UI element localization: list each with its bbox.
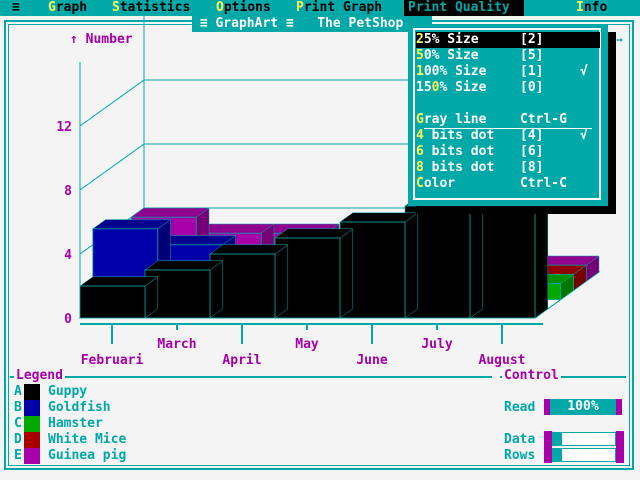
- dropdown-item-shortcut: [1]: [520, 64, 544, 79]
- legend-swatch: [24, 416, 40, 432]
- y-tick-label: 0: [64, 312, 72, 327]
- legend-label: Guinea pig: [48, 448, 127, 463]
- bar-top: [274, 228, 354, 239]
- bar-side: [209, 260, 224, 319]
- bar-top: [79, 276, 159, 287]
- bar-side: [274, 244, 289, 319]
- x-tick-label: August: [479, 353, 526, 368]
- bar-side: [469, 196, 484, 319]
- legend-swatch: [24, 448, 40, 464]
- print-quality-dropdown: 25% Size [2] 50% Size [5] 100% Size [1] √ 150% …: [408, 24, 608, 206]
- dropdown-item-shortcut: [4]: [520, 128, 544, 143]
- y-tick-label: 8: [64, 184, 72, 199]
- dropdown-item-label: 100% Size: [416, 64, 487, 79]
- x-tick-label: April: [222, 353, 261, 368]
- bar-side: [339, 228, 354, 319]
- dropdown-item-label: 6 bits dot: [416, 144, 495, 159]
- legend-label: Hamster: [48, 416, 103, 431]
- dropdown-item-shortcut: Ctrl-C: [520, 176, 567, 191]
- checkmark-icon: √: [580, 64, 588, 79]
- bar-top: [209, 244, 289, 255]
- bar-top: [92, 219, 172, 230]
- rows-left-cap: [544, 447, 552, 463]
- bar: [79, 285, 146, 319]
- legend-swatch: [24, 384, 40, 400]
- dropdown-item-label: 8 bits dot: [416, 160, 495, 175]
- x-tick-label: Februari: [81, 353, 144, 368]
- dropdown-item[interactable]: 8 bits dot [8]: [416, 160, 600, 176]
- data-left-cap: [544, 431, 552, 447]
- dropdown-item-shortcut: [5]: [520, 48, 544, 63]
- scroll-arrow-icon: →: [616, 33, 623, 46]
- rows-slider[interactable]: [552, 448, 616, 462]
- dropdown-item-shortcut: Ctrl-G: [520, 112, 567, 127]
- dropdown-item[interactable]: 150% Size [0]: [416, 80, 600, 96]
- legend-key: E: [14, 448, 22, 463]
- legend-key: B: [14, 400, 22, 415]
- x-tick-label: July: [421, 337, 452, 352]
- dropdown-item[interactable]: Color Ctrl-C: [416, 176, 600, 192]
- x-tick-label: March: [157, 337, 196, 352]
- x-tick-label: May: [295, 337, 319, 352]
- rows-slider-fill: [553, 449, 562, 461]
- bar-top: [130, 207, 210, 218]
- legend-swatch: [24, 432, 40, 448]
- legend-key: A: [14, 384, 22, 399]
- legend-label: White Mice: [48, 432, 127, 447]
- dropdown-item-label: 50% Size: [416, 48, 479, 63]
- legend-swatch: [24, 400, 40, 416]
- control-title: Control: [502, 368, 561, 384]
- read-label: Read: [504, 400, 536, 415]
- legend-label: Guppy: [48, 384, 88, 399]
- dropdown-item-label: Color: [416, 176, 456, 191]
- legend-label: Goldfish: [48, 400, 111, 415]
- rows-right-cap: [616, 447, 624, 463]
- bar-side: [534, 196, 549, 319]
- dropdown-item[interactable]: 25% Size [2]: [416, 32, 600, 48]
- chart-ylabel: ↑ Number: [70, 32, 133, 47]
- x-tick-label: June: [356, 353, 387, 368]
- data-slider[interactable]: [552, 432, 616, 446]
- dropdown-item[interactable]: Gray line Ctrl-G: [416, 112, 600, 128]
- data-label: Data: [504, 432, 536, 447]
- y-tick-label: 4: [64, 248, 72, 263]
- dropdown-item[interactable]: 100% Size [1] √: [416, 64, 600, 80]
- legend-key: C: [14, 416, 22, 431]
- dropdown-item-label: Gray line: [416, 112, 487, 127]
- data-right-cap: [616, 431, 624, 447]
- bar-side: [404, 212, 419, 319]
- dropdown-item[interactable]: 4 bits dot [4] √: [416, 128, 600, 144]
- checkmark-icon: √: [580, 128, 588, 143]
- dropdown-item-shortcut: [0]: [520, 80, 544, 95]
- legend-title: Legend: [14, 368, 65, 384]
- rows-label: Rows: [504, 448, 536, 463]
- data-slider-fill: [553, 433, 562, 445]
- bar-top: [144, 260, 224, 271]
- read-right-cap: [616, 399, 622, 415]
- dropdown-item-label: 150% Size: [416, 80, 487, 95]
- legend-divider: [10, 376, 492, 378]
- dropdown-item-shortcut: [6]: [520, 144, 544, 159]
- dropdown-item[interactable]: 6 bits dot [6]: [416, 144, 600, 160]
- dropdown-item[interactable]: 50% Size [5]: [416, 48, 600, 64]
- dropdown-item-label: 4 bits dot: [416, 128, 495, 143]
- y-tick-label: 12: [56, 120, 72, 135]
- bar-top: [339, 212, 419, 223]
- dropdown-item-shortcut: [8]: [520, 160, 544, 175]
- dropdown-item-label: 25% Size: [416, 32, 479, 47]
- legend-key: D: [14, 432, 22, 447]
- dropdown-item-shortcut: [2]: [520, 32, 544, 47]
- read-value[interactable]: 100%: [550, 399, 616, 415]
